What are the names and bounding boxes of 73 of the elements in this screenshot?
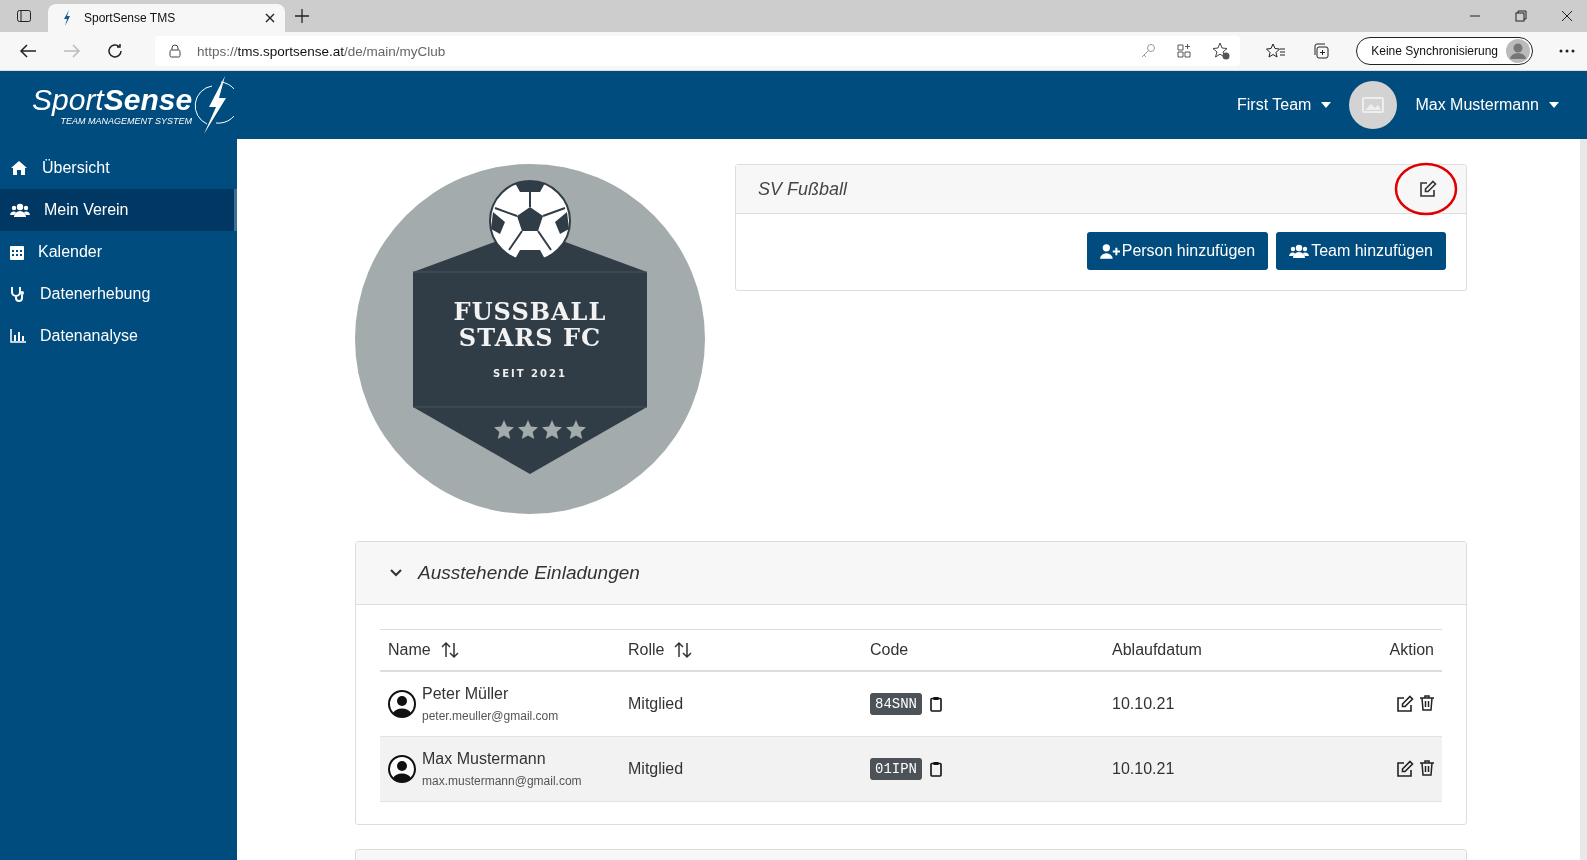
bar-chart-icon [10, 329, 26, 343]
favorites-icon[interactable] [1266, 43, 1287, 59]
sort-icon [674, 641, 693, 659]
role-text: Mitglied [628, 695, 684, 712]
back-icon[interactable] [19, 43, 37, 59]
expiry-date: 10.10.21 [1112, 760, 1175, 777]
edit-icon[interactable] [1396, 760, 1414, 778]
sort-icon [440, 641, 459, 659]
club-name: SV Fußball [758, 178, 849, 200]
sync-button[interactable]: Keine Synchronisierung [1356, 37, 1533, 65]
user-menu[interactable]: Max Mustermann [1415, 96, 1559, 114]
user-icon [388, 755, 416, 783]
add-button[interactable]: Team hinzufügen [1276, 232, 1446, 270]
column-header[interactable]: Rolle [628, 641, 693, 659]
add-button[interactable]: Person hinzufügen [1086, 232, 1269, 270]
users-icon [10, 203, 30, 217]
person-plus-icon [1099, 243, 1120, 259]
invitation-row[interactable]: Peter Müller peter.meuller@gmail.com Mitglied 84SNN 10.10.21 [380, 671, 1442, 737]
address-bar[interactable]: https://tms.sportsense.at/de/main/myClub [155, 36, 1241, 66]
edit-icon[interactable] [1396, 695, 1414, 713]
collections-icon[interactable] [1312, 42, 1331, 60]
annotation-circle [1394, 162, 1458, 216]
clipboard-icon[interactable] [930, 696, 942, 712]
browser-tab[interactable]: SportSense TMS [48, 4, 285, 32]
tab-actions-icon[interactable] [16, 8, 32, 24]
person-name: Max Mustermann [422, 750, 547, 768]
person-email: peter.meuller@gmail.com [422, 709, 559, 723]
expiry-date: 10.10.21 [1112, 695, 1175, 712]
avatar-icon [1506, 39, 1530, 63]
invitation-row[interactable]: Max Mustermann max.mustermann@gmail.com Mitglied 01IPN 10.10.21 [380, 736, 1442, 802]
lock-icon [169, 44, 181, 58]
avatar-icon[interactable] [1349, 81, 1398, 129]
key-icon[interactable] [1140, 43, 1157, 59]
restore-icon[interactable] [1515, 10, 1527, 22]
reload-icon[interactable] [107, 43, 123, 59]
trash-icon[interactable] [1420, 695, 1434, 711]
close-icon[interactable] [265, 13, 275, 23]
person-email: max.mustermann@gmail.com [422, 774, 582, 788]
clipboard-icon[interactable] [930, 761, 942, 777]
stethoscope-icon [10, 286, 26, 302]
invite-code: 84SNN [870, 693, 922, 715]
close-icon[interactable] [1561, 10, 1573, 22]
club-logo-drawing: FUSSBALL STARS FC SEIT 2021 [355, 164, 705, 514]
brand-tagline: TEAM MANAGEMENT SYSTEM [60, 115, 193, 126]
more-icon[interactable] [1559, 49, 1575, 53]
column-header: Code [870, 641, 909, 659]
invitations-header[interactable]: Ausstehende Einladungen [356, 542, 1466, 605]
chevron-icon [390, 569, 402, 577]
brand-name: SportSense [32, 84, 193, 115]
star-plus-icon[interactable] [1212, 42, 1231, 60]
grid-plus-icon[interactable] [1176, 43, 1193, 59]
caret-icon [1549, 102, 1559, 108]
new-tab-icon[interactable] [295, 9, 309, 23]
users-icon [1289, 244, 1310, 258]
user-icon [388, 690, 416, 718]
role-text: Mitglied [628, 760, 684, 777]
invite-code: 01IPN [870, 758, 922, 780]
calendar-icon [10, 244, 24, 260]
team-menu[interactable]: First Team [1237, 96, 1332, 114]
column-header: Ablaufdatum [1112, 641, 1202, 659]
sidebar-item[interactable]: Datenerhebung [0, 273, 237, 315]
sidebar-item[interactable]: Kalender [0, 231, 237, 273]
bolt-icon [62, 10, 72, 26]
edit-icon[interactable] [1419, 180, 1437, 198]
caret-icon [1321, 102, 1332, 108]
home-icon [10, 160, 28, 176]
sidebar-item[interactable]: Datenanalyse [0, 315, 237, 357]
column-header[interactable]: Name [388, 641, 459, 659]
sidebar-item[interactable]: Mein Verein [0, 189, 237, 231]
person-name: Peter Müller [422, 685, 510, 703]
sidebar-item[interactable]: Übersicht [0, 147, 237, 189]
column-header: Aktion [1389, 641, 1434, 659]
trash-icon[interactable] [1420, 760, 1434, 776]
